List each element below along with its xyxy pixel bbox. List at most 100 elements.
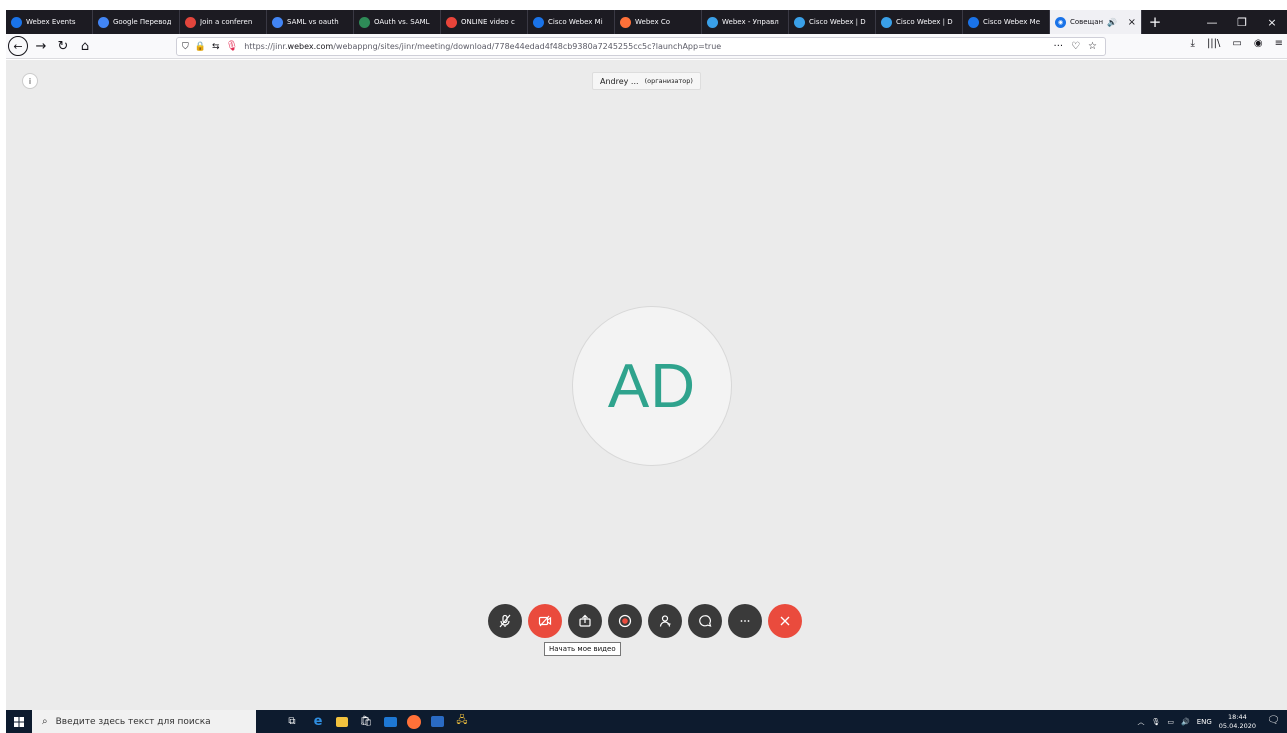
info-icon[interactable]: i — [22, 73, 38, 89]
firefox-icon — [620, 16, 631, 28]
tab-label: SAML vs oauth — [287, 18, 339, 26]
language-indicator[interactable]: ENG — [1197, 718, 1212, 726]
tab-5[interactable]: ONLINE video c — [441, 10, 528, 34]
tab-label: ONLINE video c — [461, 18, 515, 26]
maximize-icon[interactable]: ❐ — [1227, 16, 1257, 29]
menu-icon[interactable]: ≡ — [1275, 38, 1283, 49]
url-actions: ··· ♡ ☆ — [1054, 41, 1105, 52]
webex-icon — [11, 16, 22, 28]
start-button[interactable] — [6, 710, 32, 733]
tab-8[interactable]: Webex - Управл — [702, 10, 789, 34]
google-translate-icon — [98, 16, 109, 28]
library-icon[interactable]: |||\ — [1207, 38, 1220, 49]
sidebar-icon[interactable]: ▭ — [1232, 38, 1241, 49]
record-icon — [446, 16, 457, 28]
window-controls: — ❐ × — [1197, 10, 1287, 34]
date: 05.04.2020 — [1218, 721, 1256, 730]
microphone-icon[interactable]: 🎙 — [226, 41, 239, 52]
tab-11[interactable]: Cisco Webex Me — [963, 10, 1050, 34]
chat-icon — [699, 615, 712, 627]
toolbar-right: ⤓ |||\ ▭ ◉ ≡ — [1191, 38, 1283, 49]
tab-4[interactable]: OAuth vs. SAML — [354, 10, 441, 34]
taskbar-search[interactable]: ⌕ Введите здесь текст для поиска — [32, 710, 256, 733]
account-icon[interactable]: ◉ — [1254, 38, 1263, 49]
video-tooltip: Начать мое видео — [544, 642, 621, 656]
close-icon — [780, 616, 790, 626]
navigation-bar: ← → ↻ ⌂ ⛉ 🔒 ⇆ 🎙 https://jinr.webex.com/w… — [6, 34, 1287, 59]
tab-2[interactable]: Join a conferen — [180, 10, 267, 34]
clock[interactable]: 18:44 05.04.2020 — [1219, 713, 1256, 731]
lock-icon[interactable]: 🔒 — [195, 42, 206, 52]
volume-icon[interactable]: 🔊 — [1181, 718, 1190, 726]
tab-3[interactable]: SAML vs oauth — [267, 10, 354, 34]
tab-strip: Webex Events Google Перевод Join a confere… — [6, 10, 1287, 34]
speaker-icon[interactable]: 🔊 — [1107, 18, 1117, 27]
taskbar: ⌕ Введите здесь текст для поиска ⧉ e 🛍 🖧… — [6, 710, 1287, 733]
google-icon — [272, 16, 283, 28]
network-icon[interactable]: ▭ — [1167, 718, 1174, 726]
tab-label: Совещан — [1070, 18, 1104, 26]
close-window-icon[interactable]: × — [1257, 16, 1287, 29]
url-domain: webex.com — [287, 42, 334, 51]
meeting-controls — [488, 604, 802, 638]
tab-label: Cisco Webex Me — [983, 18, 1040, 26]
tab-0[interactable]: Webex Events — [6, 10, 93, 34]
download-icon[interactable]: ⤓ — [1191, 38, 1195, 49]
tab-label: OAuth vs. SAML — [374, 18, 430, 26]
video-button[interactable] — [528, 604, 562, 638]
pocket-icon[interactable]: ♡ — [1071, 41, 1080, 52]
video-off-icon — [538, 615, 552, 627]
participants-icon — [659, 615, 671, 627]
edge-icon[interactable]: e — [310, 714, 326, 730]
webex-icon — [533, 16, 544, 28]
webex-icon — [968, 16, 979, 28]
bookmark-star-icon[interactable]: ☆ — [1088, 41, 1097, 52]
tab-6[interactable]: Cisco Webex Mi — [528, 10, 615, 34]
more-actions-icon[interactable]: ··· — [1054, 41, 1064, 52]
minimize-icon[interactable]: — — [1197, 16, 1227, 29]
tab-active[interactable]: ◉ Совещан 🔊 × — [1050, 10, 1142, 34]
system-tray: ︿ 🎙 ▭ 🔊 ENG 18:44 05.04.2020 🗨 — [1137, 713, 1287, 731]
leave-button[interactable] — [768, 604, 802, 638]
chevron-up-icon[interactable]: ︿ — [1137, 717, 1144, 727]
taskbar-apps: ⧉ e 🛍 🖧 — [284, 714, 470, 730]
mute-button[interactable] — [488, 604, 522, 638]
url-bar[interactable]: ⛉ 🔒 ⇆ 🎙 https://jinr.webex.com/webappng/… — [176, 37, 1106, 56]
tab-label: Cisco Webex Mi — [548, 18, 603, 26]
file-explorer-icon[interactable] — [336, 716, 348, 727]
search-placeholder: Введите здесь текст для поиска — [55, 716, 211, 727]
share-button[interactable] — [568, 604, 602, 638]
screen-icon[interactable] — [431, 716, 444, 727]
participant-name: Andrey ... — [600, 76, 639, 86]
record-button[interactable] — [608, 604, 642, 638]
url-text[interactable]: https://jinr.webex.com/webappng/sites/ji… — [244, 42, 721, 51]
tab-10[interactable]: Cisco Webex | D — [876, 10, 963, 34]
firefox-icon[interactable] — [407, 714, 421, 729]
store-icon[interactable]: 🛍 — [358, 714, 374, 730]
tab-1[interactable]: Google Перевод — [93, 10, 180, 34]
chat-button[interactable] — [688, 604, 722, 638]
new-tab-button[interactable]: + — [1142, 10, 1168, 34]
notification-icon[interactable]: 🗨 — [1267, 715, 1281, 729]
tab-7[interactable]: Webex Co — [615, 10, 702, 34]
tab-label: Google Перевод — [113, 18, 172, 26]
home-button[interactable]: ⌂ — [74, 35, 96, 57]
grid-icon — [185, 16, 196, 28]
more-icon — [740, 620, 750, 622]
network-drive-icon[interactable]: 🖧 — [454, 714, 470, 730]
permissions-icon[interactable]: ⇆ — [212, 42, 220, 52]
close-tab-icon[interactable]: × — [1128, 17, 1136, 28]
avatar: AD — [572, 306, 732, 466]
tab-9[interactable]: Cisco Webex | D — [789, 10, 876, 34]
more-button[interactable] — [728, 604, 762, 638]
shield-icon[interactable]: ⛉ — [182, 42, 189, 52]
tab-label: Join a conferen — [200, 18, 253, 26]
task-view-icon[interactable]: ⧉ — [284, 714, 300, 730]
back-button[interactable]: ← — [8, 36, 28, 56]
reload-button[interactable]: ↻ — [52, 35, 74, 57]
mail-icon[interactable] — [384, 716, 397, 727]
tab-label: Webex - Управл — [722, 18, 779, 26]
forward-button[interactable]: → — [30, 35, 52, 57]
participants-button[interactable] — [648, 604, 682, 638]
microphone-tray-icon[interactable]: 🎙 — [1151, 718, 1160, 726]
